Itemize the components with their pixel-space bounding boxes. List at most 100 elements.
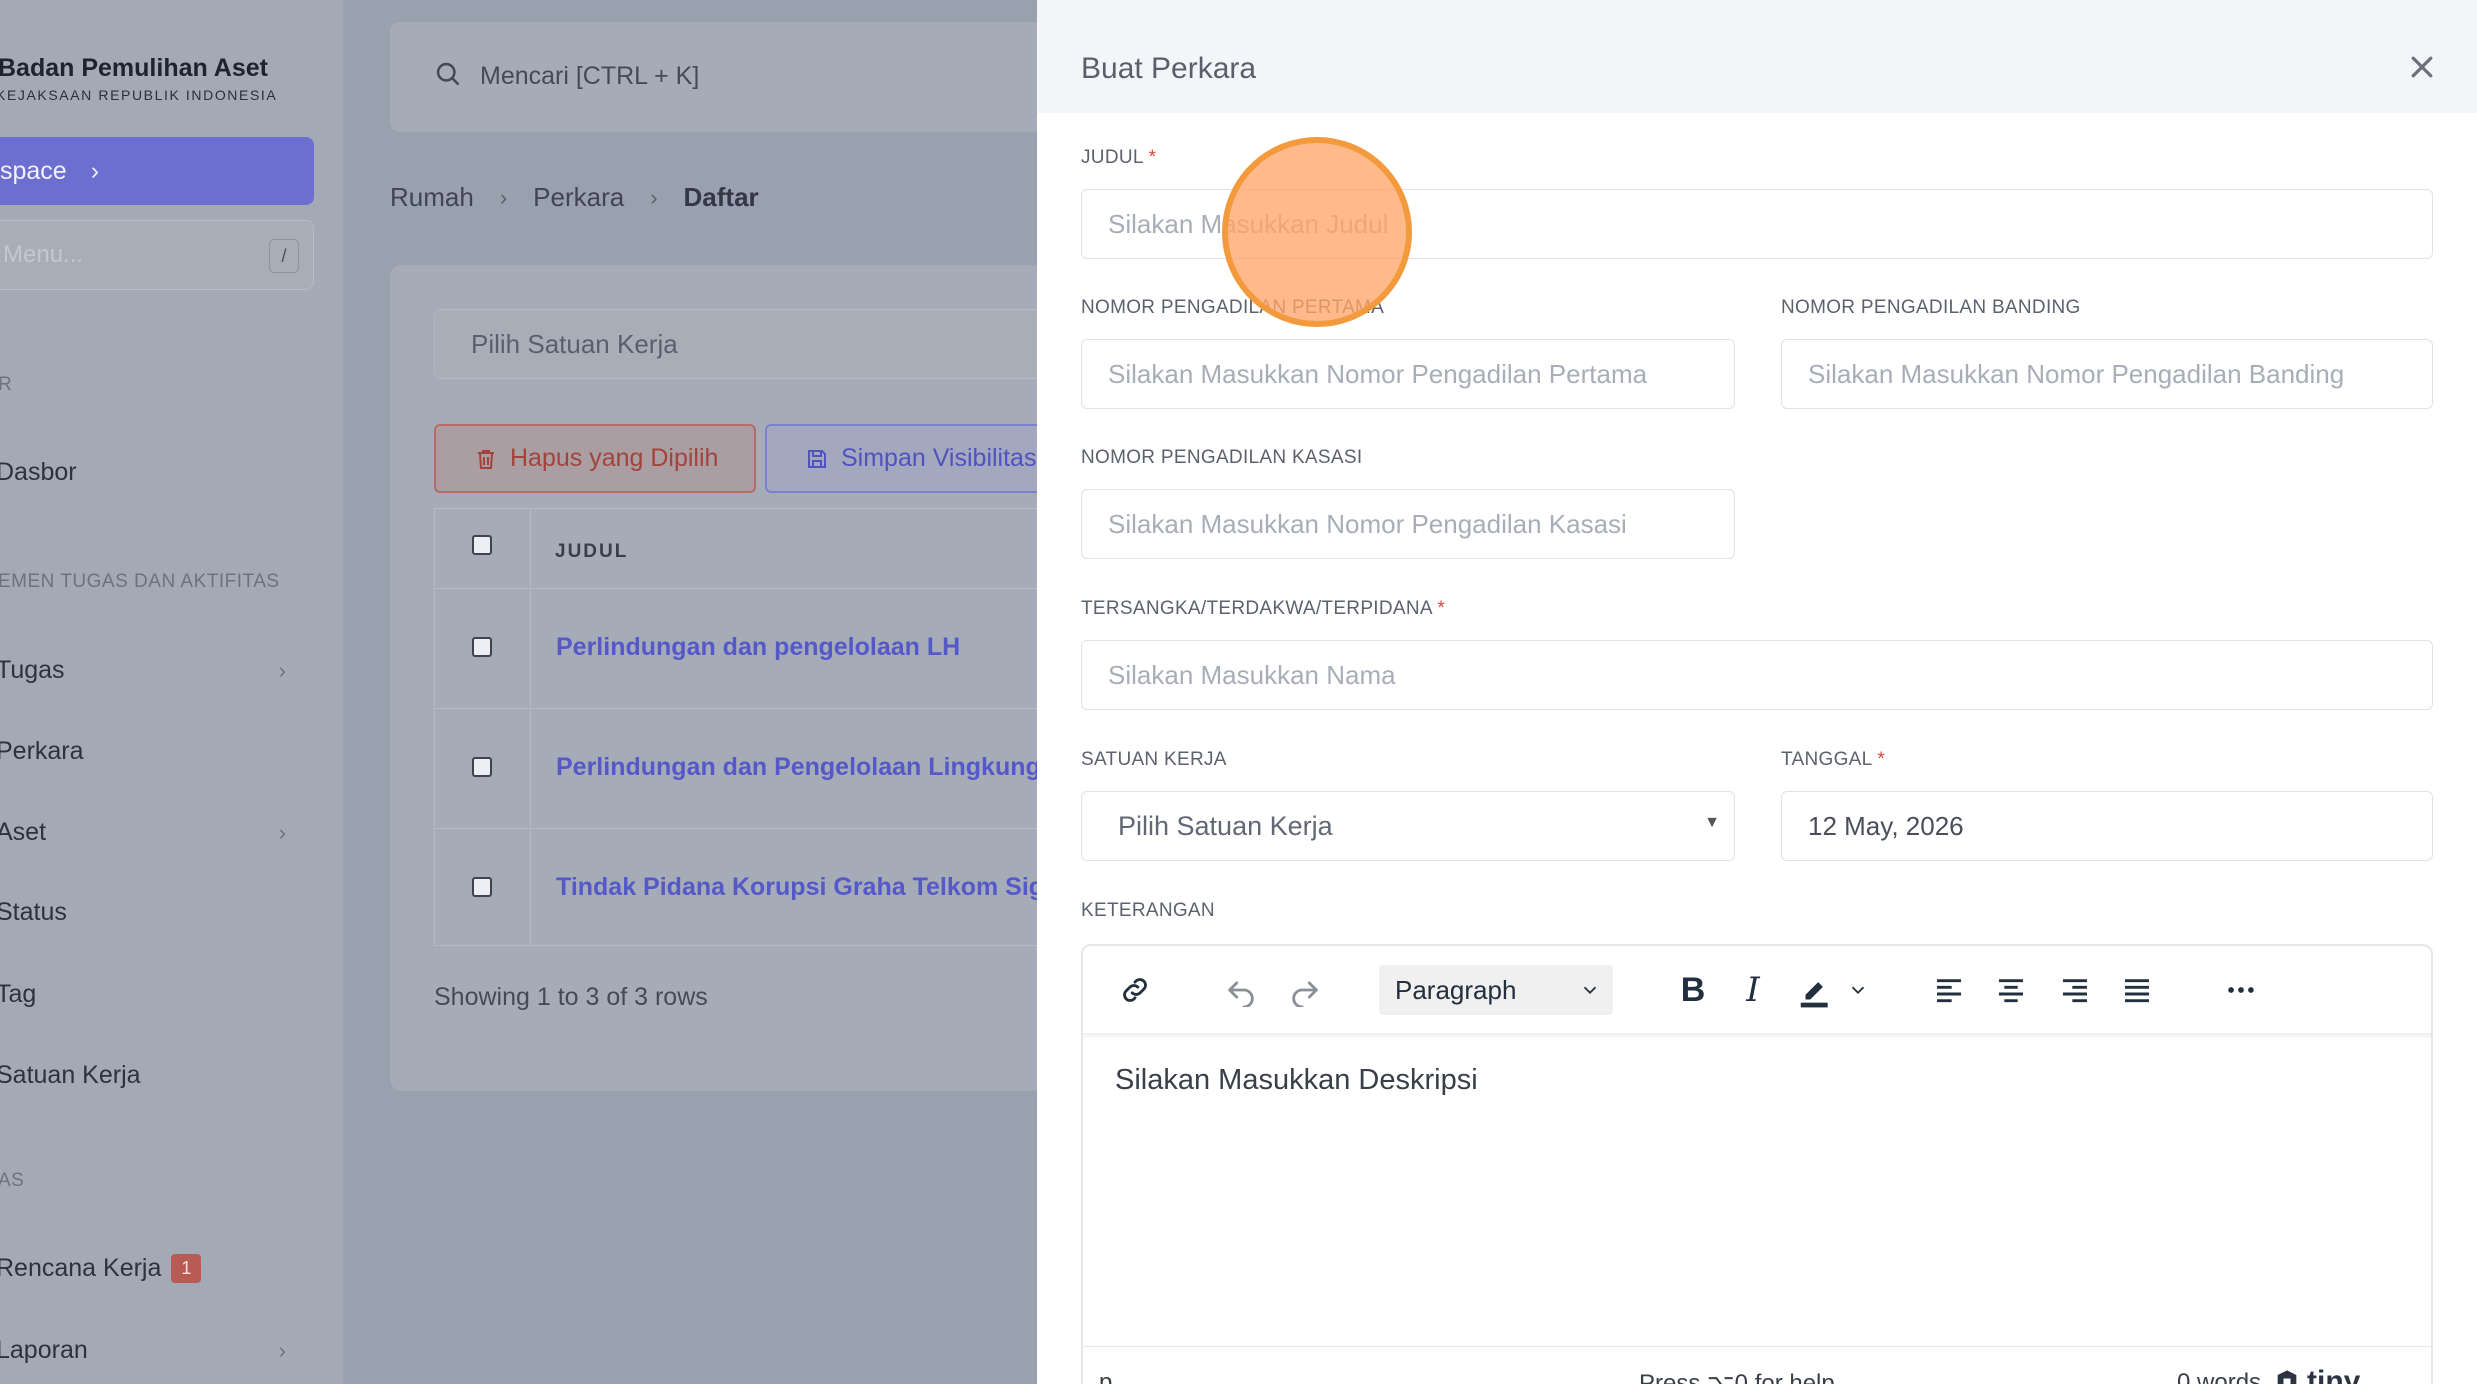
pengadilan-pertama-input[interactable] <box>1081 339 1735 409</box>
more-options-button[interactable] <box>2219 964 2263 1016</box>
link-icon <box>1123 978 1147 1002</box>
sidebar-item-status[interactable]: Status <box>0 898 296 927</box>
column-header-judul[interactable]: JUDUL <box>555 541 628 563</box>
sidebar-item-label: Laporan <box>0 1336 88 1364</box>
editor-content-area[interactable]: Silakan Masukkan Deskripsi <box>1115 1064 1478 1097</box>
select-all-checkbox[interactable] <box>472 535 492 555</box>
drawer-title: Buat Perkara <box>1081 52 1257 85</box>
align-center-button[interactable] <box>1989 964 2033 1016</box>
pengadilan-kasasi-label: NOMOR PENGADILAN KASASI <box>1081 447 1363 468</box>
align-left-button[interactable] <box>1927 964 1971 1016</box>
block-format-select[interactable]: Paragraph <box>1379 965 1613 1015</box>
align-center-icon <box>1999 979 2023 1003</box>
column-divider <box>530 829 531 947</box>
satuan-kerja-select[interactable]: Pilih Satuan Kerja ▼ <box>1081 791 1735 861</box>
sidebar-item-aset[interactable]: Aset › <box>0 818 296 847</box>
chevron-right-icon: › <box>499 184 508 210</box>
rich-text-editor: Paragraph B I Silakan Masukkan Deskripsi… <box>1081 944 2433 1384</box>
save-icon <box>808 449 826 468</box>
count-badge: 1 <box>171 1254 202 1283</box>
sidebar: Badan Pemulihan Aset KEJAKSAAN REPUBLIK … <box>0 0 343 1384</box>
sidebar-item-laporan[interactable]: Laporan › <box>0 1336 296 1365</box>
word-count[interactable]: 0 words <box>2177 1369 2261 1384</box>
sidebar-item-label: Aset <box>0 818 47 846</box>
required-mark: * <box>1148 147 1157 168</box>
chevron-right-icon: › <box>650 184 658 210</box>
satuan-kerja-filter-placeholder: Pilih Satuan Kerja <box>471 328 678 359</box>
sidebar-item-label: Status <box>0 898 67 926</box>
satuan-kerja-filter[interactable]: Pilih Satuan Kerja <box>434 309 1094 379</box>
breadcrumb-perkara[interactable]: Perkara <box>533 182 624 213</box>
required-mark: * <box>1437 598 1446 619</box>
help-hint: Press ⌥0 for help <box>1639 1370 1835 1384</box>
delete-selected-button[interactable]: Hapus yang Dipilih <box>434 424 756 493</box>
undo-icon <box>1228 981 1254 1007</box>
link-button[interactable] <box>1113 964 1157 1016</box>
breadcrumb-rumah[interactable]: Rumah <box>390 182 474 213</box>
sidebar-item-satuan-kerja[interactable]: Satuan Kerja <box>0 1061 296 1090</box>
sidebar-item-perkara[interactable]: Perkara <box>0 737 296 766</box>
highlight-color-button[interactable] <box>1793 964 1837 1016</box>
undo-button[interactable] <box>1219 964 1263 1016</box>
sidebar-item-label: Satuan Kerja <box>0 1061 141 1089</box>
judul-label: JUDUL * <box>1081 147 1156 169</box>
row-title-link[interactable]: Perlindungan dan Pengelolaan Lingkungan <box>556 753 1070 782</box>
row-title-link[interactable]: Perlindungan dan pengelolaan LH <box>556 633 960 662</box>
redo-icon <box>1292 981 1318 1007</box>
chevron-right-icon: › <box>90 156 100 185</box>
keterangan-label: KETERANGAN <box>1081 900 1215 921</box>
menu-search-input[interactable]: Menu... / <box>0 220 314 290</box>
sidebar-item-tag[interactable]: Tag <box>0 980 296 1009</box>
tiny-logo[interactable]: tiny <box>2273 1365 2360 1384</box>
brand: Badan Pemulihan Aset KEJAKSAAN REPUBLIK … <box>0 54 277 103</box>
workspace-button[interactable]: space › <box>0 137 314 205</box>
tanggal-date-input[interactable]: 12 May, 2026 <box>1781 791 2433 861</box>
tanggal-value: 12 May, 2026 <box>1808 810 1964 841</box>
global-search-placeholder: Mencari [CTRL + K] <box>480 62 700 90</box>
element-path[interactable]: p <box>1099 1369 1112 1384</box>
pengadilan-banding-input[interactable] <box>1781 339 2433 409</box>
block-format-value: Paragraph <box>1395 974 1517 1005</box>
caret-down-icon: ▼ <box>1704 814 1720 831</box>
sidebar-item-dasbor[interactable]: Dasbor <box>0 458 296 487</box>
tanggal-label: TANGGAL * <box>1781 749 1885 771</box>
workspace-label: space <box>0 156 67 185</box>
bold-button[interactable]: B <box>1671 964 1715 1016</box>
align-right-button[interactable] <box>2053 964 2097 1016</box>
sidebar-item-tugas[interactable]: Tugas › <box>0 656 296 685</box>
editor-statusbar: p Press ⌥0 for help 0 words tiny <box>1083 1346 2431 1384</box>
chevron-right-icon: › <box>278 657 286 683</box>
row-checkbox[interactable] <box>472 877 492 897</box>
align-justify-button[interactable] <box>2115 964 2159 1016</box>
tiny-brand-icon <box>2277 1370 2297 1384</box>
perkara-table: JUDUL Perlindungan dan pengelolaan LH Pe… <box>434 508 1095 947</box>
tersangka-input[interactable] <box>1081 640 2433 710</box>
required-mark: * <box>1877 749 1886 770</box>
italic-icon: I <box>1746 970 1760 1010</box>
column-divider <box>530 709 531 828</box>
table-row: Perlindungan dan Pengelolaan Lingkungan <box>435 709 1095 829</box>
highlight-color-dropdown[interactable] <box>1843 964 1873 1016</box>
chevron-down-icon <box>1583 986 1597 995</box>
redo-button[interactable] <box>1283 964 1327 1016</box>
highlighter-icon <box>1800 982 1828 1008</box>
align-left-icon <box>1937 979 1961 1003</box>
column-divider <box>530 589 531 708</box>
tersangka-label-text: TERSANGKA/TERDAKWA/TERPIDANA <box>1081 598 1432 619</box>
satuan-kerja-select-placeholder: Pilih Satuan Kerja <box>1118 810 1333 841</box>
sidebar-item-label: Rencana Kerja <box>0 1254 162 1282</box>
more-horizontal-icon <box>2228 987 2254 993</box>
brand-subtitle: KEJAKSAAN REPUBLIK INDONESIA <box>0 87 278 103</box>
pengadilan-kasasi-input[interactable] <box>1081 489 1735 559</box>
italic-button[interactable]: I <box>1731 964 1775 1016</box>
row-checkbox[interactable] <box>472 757 492 777</box>
row-checkbox[interactable] <box>472 637 492 657</box>
click-highlight-indicator <box>1222 137 1412 327</box>
global-search-bar[interactable]: Mencari [CTRL + K] <box>390 22 1090 132</box>
close-icon[interactable] <box>2407 52 2437 82</box>
editor-placeholder: Silakan Masukkan Deskripsi <box>1115 1064 1478 1096</box>
sidebar-item-rencana-kerja[interactable]: Rencana Kerja 1 <box>0 1254 296 1283</box>
row-title-link[interactable]: Tindak Pidana Korupsi Graha Telkom Sigma <box>556 873 1080 902</box>
drawer-header: Buat Perkara <box>1037 0 2477 113</box>
align-justify-icon <box>2125 979 2149 1003</box>
